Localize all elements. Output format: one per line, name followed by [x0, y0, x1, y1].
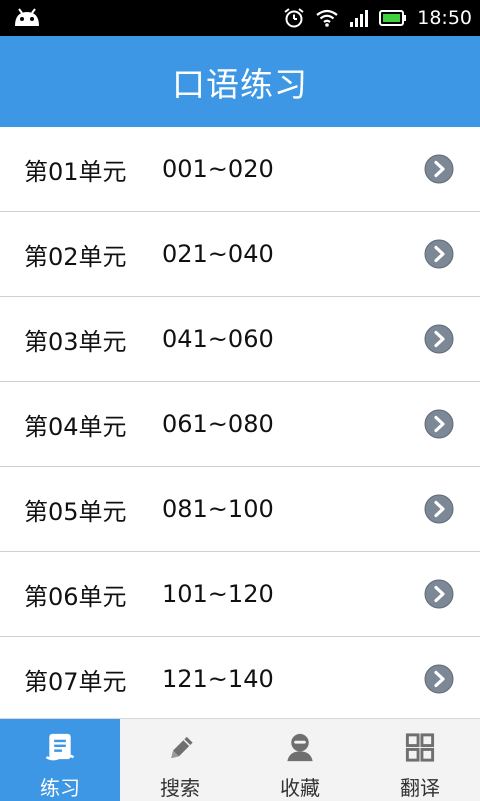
- unit-range: 021~040: [162, 240, 274, 268]
- alarm-icon: [284, 8, 304, 28]
- battery-icon: [379, 10, 407, 26]
- clock: 18:50: [417, 7, 472, 29]
- unit-label: 第02单元: [24, 242, 127, 271]
- pencil-icon: [171, 736, 193, 759]
- unit-label: 第04单元: [24, 412, 127, 441]
- list-item[interactable]: 第01单元 001~020: [0, 127, 480, 212]
- unit-range: 041~060: [162, 325, 274, 353]
- unit-range: 121~140: [162, 665, 274, 693]
- tab-practice[interactable]: 练习: [0, 719, 120, 801]
- unit-list: 第01单元 001~020 第02单元 021~040 第03单元 041~06…: [0, 127, 480, 718]
- tab-search[interactable]: 搜索: [120, 719, 240, 801]
- tab-favorites[interactable]: 收藏: [240, 719, 360, 801]
- unit-range: 101~120: [162, 580, 274, 608]
- grid-icon: [405, 733, 435, 762]
- unit-label: 第05单元: [24, 497, 127, 526]
- chevron-right-icon: [424, 494, 454, 524]
- unit-label: 第06单元: [24, 582, 127, 611]
- tab-translate[interactable]: 翻译: [360, 719, 480, 801]
- unit-range: 081~100: [162, 495, 274, 523]
- chevron-right-icon: [424, 409, 454, 439]
- signal-icon: [350, 10, 369, 27]
- header-bar: 口语练习: [0, 36, 480, 127]
- list-item[interactable]: 第06单元 101~120: [0, 552, 480, 637]
- chevron-right-icon: [424, 239, 454, 269]
- tab-label: 翻译: [400, 776, 440, 800]
- tab-label: 收藏: [280, 776, 320, 800]
- chevron-right-icon: [424, 664, 454, 694]
- wifi-icon: [316, 9, 338, 27]
- practice-icon: [45, 733, 75, 761]
- unit-range: 001~020: [162, 155, 274, 183]
- tab-label: 练习: [40, 776, 80, 800]
- bottom-nav: 练习 搜索 收藏 翻译: [0, 718, 480, 801]
- list-item[interactable]: 第03单元 041~060: [0, 297, 480, 382]
- tab-label: 搜索: [160, 776, 200, 800]
- android-icon: [15, 8, 39, 26]
- unit-label: 第07单元: [24, 667, 127, 696]
- unit-label: 第01单元: [24, 157, 127, 186]
- list-item[interactable]: 第04单元 061~080: [0, 382, 480, 467]
- unit-range: 061~080: [162, 410, 274, 438]
- list-item[interactable]: 第05单元 081~100: [0, 467, 480, 552]
- person-icon: [287, 733, 313, 762]
- page-title: 口语练习: [172, 64, 308, 104]
- chevron-right-icon: [424, 324, 454, 354]
- status-bar: 18:50: [0, 0, 480, 36]
- unit-label: 第03单元: [24, 327, 127, 356]
- chevron-right-icon: [424, 154, 454, 184]
- list-item[interactable]: 第07单元 121~140: [0, 637, 480, 718]
- list-item[interactable]: 第02单元 021~040: [0, 212, 480, 297]
- chevron-right-icon: [424, 579, 454, 609]
